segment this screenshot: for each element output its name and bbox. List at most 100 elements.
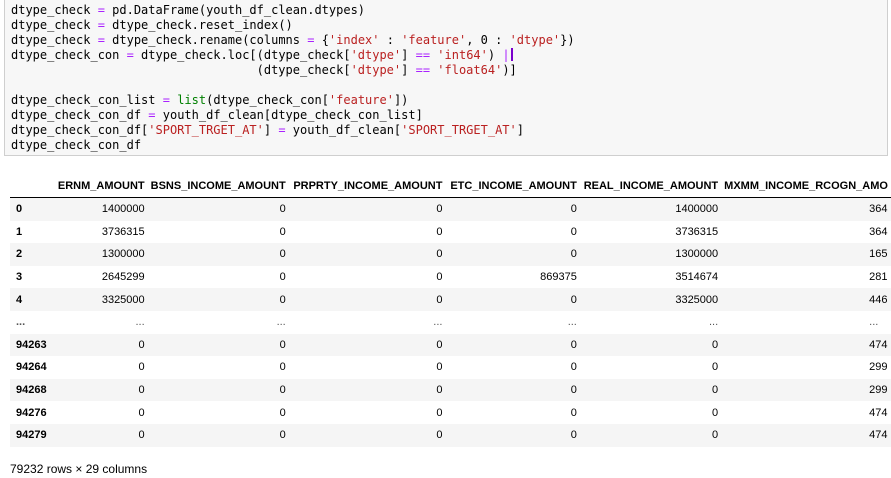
table-cell: 299 [869,361,888,374]
column-header: PRPRTY_INCOME_AMOUNT [288,175,446,198]
column-header: REAL_INCOME_AMOUNT [579,175,722,198]
table-cell: ... [869,316,879,329]
table-row: 3 2645299 0 0 869375 3514674 281 [10,266,891,289]
row-index: 0 [16,203,23,216]
row-index: 4 [16,293,23,306]
table-row: 94263 0 0 0 0 0 474 [10,333,891,357]
table-row: 4 3325000 0 0 0 3325000 446 [10,288,891,311]
table-cell: 0 [436,384,443,397]
table-cell: 0 [138,361,145,374]
table-cell: 0 [436,203,443,216]
table-cell: 0 [279,338,286,351]
table-cell: 0 [436,429,443,442]
row-index: 3 [16,271,23,284]
table-cell: ... [708,316,719,329]
table-row: 0 1400000 0 0 0 1400000 364 [10,197,891,221]
table-cell: 0 [279,225,286,238]
table-cell: 364 [869,225,888,238]
table-row: 94279 0 0 0 0 0 474 [10,423,891,447]
table-row: 94268 0 0 0 0 0 299 [10,378,891,402]
table-cell: 0 [570,248,577,261]
row-index: 1 [16,225,23,238]
table-row: 94276 0 0 0 0 0 474 [10,401,891,424]
ellipsis-row: ..................... [10,311,891,334]
table-row: 1 3736315 0 0 0 3736315 364 [10,221,891,244]
table-cell: 0 [570,338,577,351]
table-cell: 0 [570,429,577,442]
code-line: dtype_check_con_list = list(dtype_check_… [11,93,409,107]
table-cell: 474 [869,338,888,351]
row-index: 94279 [16,429,47,442]
row-index: 94276 [16,406,47,419]
table-cell: 0 [279,429,286,442]
table-cell: 3736315 [101,225,145,238]
table-cell: 0 [712,338,719,351]
table-cell: 0 [279,406,286,419]
table-cell: 1400000 [101,203,145,216]
table-cell: 0 [138,406,145,419]
table-cell: 474 [869,406,888,419]
table-cell: 1300000 [101,248,145,261]
table-cell: 0 [436,271,443,284]
table-cell: 0 [279,203,286,216]
table-cell: 0 [712,406,719,419]
row-index: 2 [16,248,23,261]
table-cell: 165 [869,248,888,261]
table-cell: 0 [712,361,719,374]
code-line: dtype_check = pd.DataFrame(youth_df_clea… [11,3,366,17]
table-cell: 0 [570,361,577,374]
header-row: ERNM_AMOUNT BSNS_INCOME_AMOUNT PRPRTY_IN… [10,175,891,198]
table-cell: 281 [869,271,888,284]
row-index: 94264 [16,361,47,374]
table-cell: 1300000 [675,248,719,261]
code-line: dtype_check_con_df [11,138,142,152]
table-cell: 0 [570,406,577,419]
table-cell: 474 [869,429,888,442]
index-header [10,175,51,198]
table-cell: 446 [869,293,888,306]
column-header: ETC_INCOME_AMOUNT [445,175,580,198]
row-index: ... [16,316,26,329]
column-header: ERNM_AMOUNT [50,175,148,198]
table-row: 94264 0 0 0 0 0 299 [10,356,891,379]
table-cell: 0 [436,361,443,374]
table-cell: 0 [279,384,286,397]
table-cell: ... [433,316,443,329]
code-line: dtype_check = dtype_check.rename(columns… [11,33,575,47]
code-line: dtype_check_con_df['SPORT_TRGET_AT'] = y… [11,123,524,137]
table-cell: 3514674 [675,271,719,284]
table-row: 2 1300000 0 0 0 1300000 165 [10,243,891,266]
row-index: 94268 [16,384,47,397]
table-cell: 3325000 [675,293,719,306]
table-cell: 0 [570,203,577,216]
code-line: dtype_check_con_df = youth_df_clean[dtyp… [11,108,423,122]
table-cell: 0 [279,271,286,284]
table-cell: 0 [138,338,145,351]
table-cell: 2645299 [101,271,145,284]
table-cell: 0 [436,225,443,238]
code-line: (dtype_check['dtype'] == 'float64')] [11,63,517,77]
table-cell: 0 [279,293,286,306]
table-cell: 1400000 [675,203,719,216]
table-cell: 0 [570,225,577,238]
table-cell: 869375 [540,271,577,284]
code-line: dtype_check_con = dtype_check.loc[(dtype… [11,48,887,63]
table-cell: ... [135,316,145,329]
code-line: dtype_check = dtype_check.reset_index() [11,18,293,32]
table-cell: 0 [279,248,286,261]
dataframe-output: ERNM_AMOUNT BSNS_INCOME_AMOUNT PRPRTY_IN… [10,175,891,451]
shape-summary: 79232 rows × 29 columns [10,462,148,476]
table-cell: 0 [712,429,719,442]
table-cell: 0 [570,293,577,306]
row-index: 94263 [16,338,47,351]
table-cell: 0 [279,361,286,374]
column-header: BSNS_INCOME_AMOUNT [147,175,289,198]
table-cell: 364 [869,203,888,216]
table-cell: 299 [869,384,888,397]
table-cell: 3736315 [675,225,719,238]
table-cell: ... [567,316,577,329]
text-cursor [510,48,513,61]
code-cell[interactable]: dtype_check = pd.DataFrame(youth_df_clea… [4,0,888,156]
table-cell: 0 [570,384,577,397]
table-cell: 0 [436,338,443,351]
